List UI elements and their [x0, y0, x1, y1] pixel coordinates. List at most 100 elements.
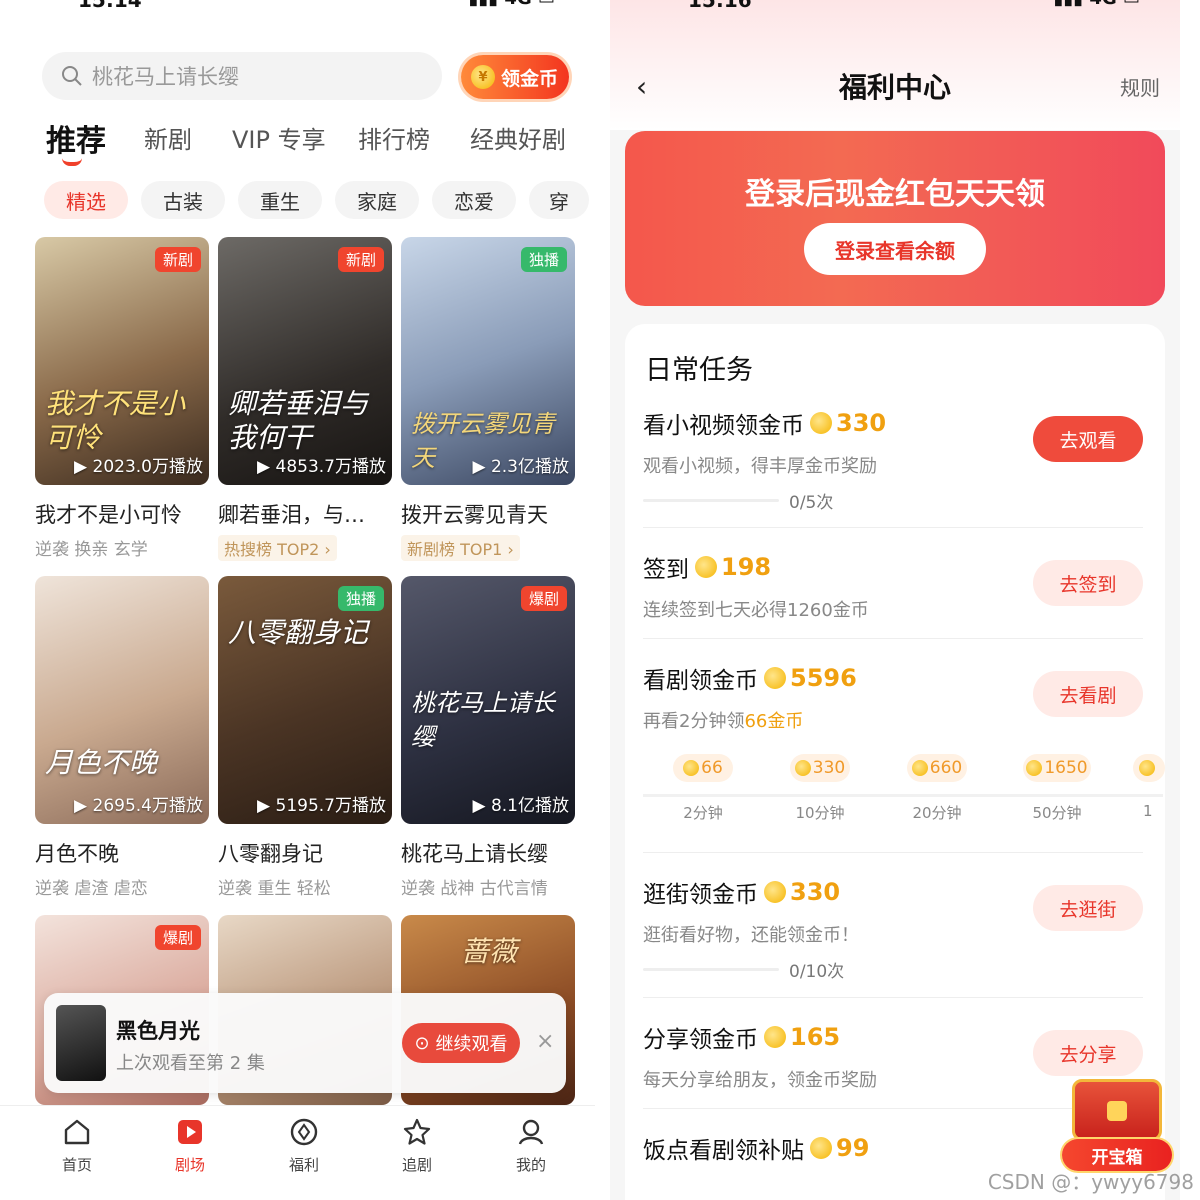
poster-title: 月色不晚: [45, 746, 158, 779]
signal-icon: ▮▮▮ 4G ▭: [468, 0, 555, 9]
poster-title: 我才不是小可怜: [45, 387, 186, 454]
search-placeholder: 桃花马上请长缨: [92, 65, 239, 89]
drama-card[interactable]: 八零翻身记 独播 ▶ 5195.7万播放 八零翻身记 逆袭 重生 轻松: [218, 576, 392, 899]
divider: [643, 997, 1143, 998]
drama-title: 八零翻身记: [218, 842, 323, 866]
milestone: 1: [1133, 754, 1165, 820]
milestone-coins: 660: [929, 758, 963, 778]
star-icon: [403, 1118, 431, 1145]
tab-recommend[interactable]: 推荐: [46, 116, 106, 160]
drama-card[interactable]: 我才不是小可怜 新剧 ▶ 2023.0万播放 我才不是小可怜 逆袭 换亲 玄学: [35, 237, 209, 560]
continue-thumbnail[interactable]: [56, 1005, 106, 1081]
play-count: ▶ 4853.7万播放: [257, 457, 386, 477]
close-icon[interactable]: ×: [536, 1029, 554, 1054]
ranking-label: 新剧榜 TOP1: [407, 540, 503, 559]
coin-icon: [764, 1026, 786, 1048]
login-check-balance-button[interactable]: 登录查看余额: [804, 223, 986, 275]
task-coins: 165: [790, 1023, 841, 1051]
coin-icon: [764, 667, 786, 689]
milestone: 330 10分钟: [790, 754, 850, 823]
task-shopping: 逛街领金币 330 逛街看好物，还能领金币！ 0/10次 去逛街: [643, 875, 1143, 982]
drama-tags: 逆袭 虐渣 虐恋: [35, 879, 148, 899]
tab-new[interactable]: 新剧: [144, 120, 192, 155]
go-watch-button[interactable]: 去观看: [1033, 416, 1143, 462]
drama-poster[interactable]: 卿若垂泪与我何干 新剧 ▶ 4853.7万播放: [218, 237, 392, 485]
nav-profile-label: 我的: [515, 1156, 546, 1174]
status-bar: 15:14 ▮▮▮ 4G ▭: [0, 0, 595, 22]
divider: [643, 638, 1143, 639]
drama-card[interactable]: 卿若垂泪与我何干 新剧 ▶ 4853.7万播放 卿若垂泪，与… 热搜榜 TOP2…: [218, 237, 392, 561]
badge-exclusive: 独播: [520, 247, 567, 272]
play-count-value: 2695.4万播放: [92, 796, 203, 816]
nav-home-label: 首页: [61, 1156, 92, 1174]
play-count-value: 4853.7万播放: [275, 457, 386, 477]
milestone-coins: 330: [812, 758, 846, 778]
drama-card[interactable]: 月色不晚 ▶ 2695.4万播放 月色不晚 逆袭 虐渣 虐恋: [35, 576, 209, 899]
get-coins-button[interactable]: ¥ 领金币: [461, 55, 569, 99]
play-count: ▶ 2.3亿播放: [472, 457, 569, 477]
search-input[interactable]: 桃花马上请长缨: [42, 52, 442, 100]
drama-poster[interactable]: 我才不是小可怜 新剧 ▶ 2023.0万播放: [35, 237, 209, 485]
nav-profile[interactable]: 我的: [491, 1116, 571, 1175]
ranking-tag[interactable]: 新剧榜 TOP1 ›: [401, 535, 520, 561]
status-time: 15:16: [688, 0, 752, 12]
milestone: 1650 50分钟: [1023, 754, 1091, 823]
drama-poster[interactable]: 桃花马上请长缨 爆剧 ▶ 8.1亿播放: [401, 576, 575, 824]
welfare-center-screen: 15:16 ▮▮▮ 4G ▭ ‹ 福利中心 规则 登录后现金红包天天领 登录查看…: [610, 0, 1180, 1200]
home-icon: [64, 1119, 90, 1145]
drama-card[interactable]: 拨开云雾见青天 独播 ▶ 2.3亿播放 拨开云雾见青天 新剧榜 TOP1 ›: [401, 237, 575, 561]
coin-icon: [683, 760, 700, 776]
chip-costume[interactable]: 古装: [141, 181, 225, 219]
poster-title: 蔷薇: [461, 935, 518, 968]
tab-classic[interactable]: 经典好剧: [470, 120, 566, 155]
task-name: 分享领金币: [643, 1027, 758, 1053]
continue-subtitle: 上次观看至第 2 集: [116, 1053, 265, 1074]
chip-time-travel[interactable]: 穿: [529, 181, 589, 219]
task-desc-highlight: 66金币: [744, 711, 804, 732]
play-count: ▶ 2695.4万播放: [74, 796, 203, 816]
nav-home[interactable]: 首页: [37, 1116, 117, 1175]
continue-watching-bar[interactable]: 黑色月光 上次观看至第 2 集 ⊙ 继续观看 ×: [44, 993, 566, 1093]
chip-rebirth[interactable]: 重生: [238, 181, 322, 219]
search-icon: [62, 66, 82, 86]
chip-romance[interactable]: 恋爱: [432, 181, 516, 219]
go-share-button[interactable]: 去分享: [1033, 1030, 1143, 1076]
continue-watching-button[interactable]: ⊙ 继续观看: [402, 1023, 520, 1063]
chest-lock-icon: [1107, 1101, 1127, 1121]
drama-poster[interactable]: 拨开云雾见青天 独播 ▶ 2.3亿播放: [401, 237, 575, 485]
nav-theater[interactable]: 剧场: [150, 1116, 230, 1175]
go-check-in-button[interactable]: 去签到: [1033, 560, 1143, 606]
drama-title: 拨开云雾见青天: [401, 503, 548, 527]
go-watch-drama-button[interactable]: 去看剧: [1033, 671, 1143, 717]
divider: [643, 527, 1143, 528]
progress-bar: [643, 968, 779, 971]
ranking-tag[interactable]: 热搜榜 TOP2 ›: [218, 535, 337, 561]
status-bar: 15:16 ▮▮▮ 4G ▭: [610, 0, 1180, 22]
go-shopping-button[interactable]: 去逛街: [1033, 885, 1143, 931]
nav-welfare[interactable]: 福利: [264, 1116, 344, 1175]
play-circle-icon: ⊙: [414, 1032, 430, 1054]
task-name: 看小视频领金币: [643, 413, 804, 439]
treasure-chest-button[interactable]: 开宝箱: [1062, 1075, 1172, 1175]
chip-featured[interactable]: 精选: [44, 181, 128, 219]
tab-ranking[interactable]: 排行榜: [358, 120, 430, 155]
milestone: 660 20分钟: [907, 754, 967, 823]
chip-family[interactable]: 家庭: [335, 181, 419, 219]
nav-following[interactable]: 追剧: [377, 1116, 457, 1175]
task-progress: 0/10次: [789, 962, 845, 982]
task-coins: 330: [836, 409, 887, 437]
badge-hot: 爆剧: [520, 586, 567, 611]
drama-card[interactable]: 桃花马上请长缨 爆剧 ▶ 8.1亿播放 桃花马上请长缨 逆袭 战神 古代言情: [401, 576, 575, 899]
compass-icon: [290, 1118, 318, 1146]
play-count: ▶ 2023.0万播放: [74, 457, 203, 477]
milestone-time: 2分钟: [683, 804, 723, 822]
drama-poster[interactable]: 八零翻身记 独播 ▶ 5195.7万播放: [218, 576, 392, 824]
task-name: 饭点看剧领补贴: [643, 1138, 804, 1164]
tab-vip[interactable]: VIP 专享: [232, 120, 326, 155]
drama-poster[interactable]: 月色不晚 ▶ 2695.4万播放: [35, 576, 209, 824]
daily-tasks-card: 日常任务 看小视频领金币 330 观看小视频，得丰厚金币奖励 0/5次 去观看 签…: [625, 324, 1165, 1200]
drama-title: 月色不晚: [35, 842, 119, 866]
rules-link[interactable]: 规则: [1120, 72, 1160, 101]
drama-title: 桃花马上请长缨: [401, 842, 548, 866]
task-desc: 再看2分钟领: [643, 711, 745, 732]
